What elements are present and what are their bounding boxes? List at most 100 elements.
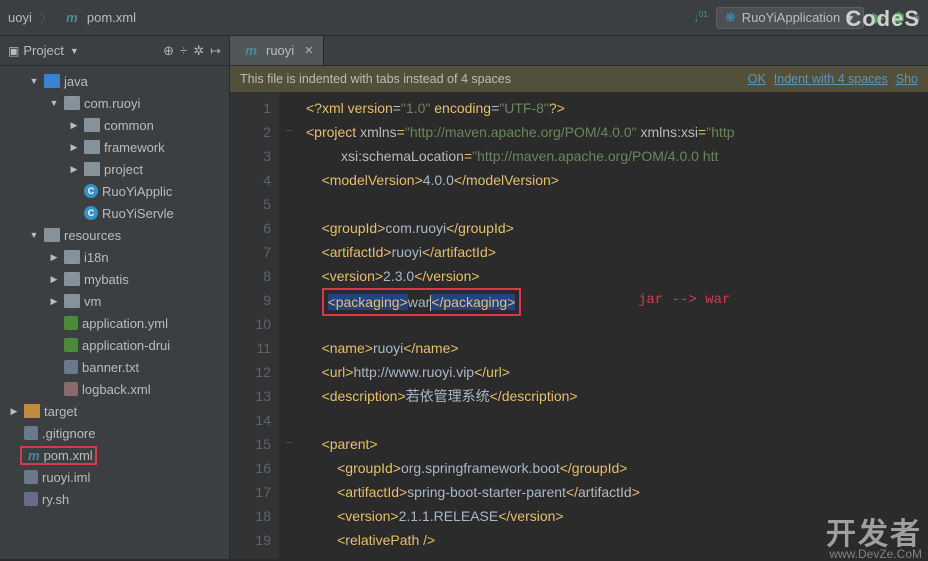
line-number[interactable]: 4 bbox=[230, 168, 271, 192]
code-line[interactable]: <groupId>com.ruoyi</groupId> bbox=[306, 216, 928, 240]
code-line[interactable]: <artifactId>spring-boot-starter-parent</… bbox=[306, 480, 928, 504]
tree-item[interactable]: application.yml bbox=[0, 312, 229, 334]
tree-label: banner.txt bbox=[82, 360, 139, 375]
code-line[interactable]: <description>若依管理系统</description> bbox=[306, 384, 928, 408]
breadcrumb-file[interactable]: pom.xml bbox=[87, 10, 136, 25]
line-number[interactable]: 2 bbox=[230, 120, 271, 144]
expand-right-icon[interactable] bbox=[68, 142, 80, 153]
tree-item[interactable]: CRuoYiApplic bbox=[0, 180, 229, 202]
code-line[interactable]: <parent> bbox=[306, 432, 928, 456]
fold-marker bbox=[280, 504, 298, 528]
line-number[interactable]: 11 bbox=[230, 336, 271, 360]
expand-right-icon[interactable] bbox=[68, 120, 80, 131]
line-number[interactable]: 19 bbox=[230, 528, 271, 552]
banner-ok-link[interactable]: OK bbox=[748, 72, 766, 86]
line-number[interactable]: 3 bbox=[230, 144, 271, 168]
expand-right-icon[interactable] bbox=[48, 274, 60, 285]
tree-item[interactable]: target bbox=[0, 400, 229, 422]
sidebar-title[interactable]: ▣ Project ▼ bbox=[8, 43, 163, 58]
tree-item[interactable]: resources bbox=[0, 224, 229, 246]
close-icon[interactable]: ✕ bbox=[304, 44, 313, 57]
tree-item[interactable]: banner.txt bbox=[0, 356, 229, 378]
fold-column[interactable]: −− bbox=[280, 92, 298, 559]
code-line[interactable]: <?xml version="1.0" encoding="UTF-8"?> bbox=[306, 96, 928, 120]
code-line[interactable]: <modelVersion>4.0.0</modelVersion> bbox=[306, 168, 928, 192]
tree-item[interactable]: mpom.xml bbox=[0, 444, 229, 466]
tree-item[interactable]: CRuoYiServle bbox=[0, 202, 229, 224]
project-tree[interactable]: javacom.ruoyicommonframeworkprojectCRuoY… bbox=[0, 66, 229, 514]
expand-right-icon[interactable] bbox=[48, 252, 60, 263]
collapse-icon[interactable]: ÷ bbox=[180, 43, 187, 59]
highlighted-file: mpom.xml bbox=[20, 446, 97, 465]
code-line[interactable] bbox=[306, 408, 928, 432]
code-content[interactable]: jar --> war <?xml version="1.0" encoding… bbox=[298, 92, 928, 559]
line-number[interactable]: 14 bbox=[230, 408, 271, 432]
line-number[interactable]: 7 bbox=[230, 240, 271, 264]
tree-item[interactable]: framework bbox=[0, 136, 229, 158]
fold-marker bbox=[280, 240, 298, 264]
code-line[interactable] bbox=[306, 192, 928, 216]
line-number[interactable]: 18 bbox=[230, 504, 271, 528]
tree-label: resources bbox=[64, 228, 121, 243]
target-icon[interactable]: ⊕ bbox=[163, 43, 174, 59]
tab-ruoyi[interactable]: m ruoyi ✕ bbox=[230, 36, 324, 65]
breadcrumb-project[interactable]: uoyi bbox=[8, 10, 32, 25]
tree-item[interactable]: mybatis bbox=[0, 268, 229, 290]
code-line[interactable]: <groupId>org.springframework.boot</group… bbox=[306, 456, 928, 480]
expand-right-icon[interactable] bbox=[68, 164, 80, 175]
tree-item[interactable]: com.ruoyi bbox=[0, 92, 229, 114]
line-number[interactable]: 15 bbox=[230, 432, 271, 456]
banner-show-link[interactable]: Sho bbox=[896, 72, 918, 86]
line-number[interactable]: 13 bbox=[230, 384, 271, 408]
banner-indent-link[interactable]: Indent with 4 spaces bbox=[774, 72, 888, 86]
tree-item[interactable]: logback.xml bbox=[0, 378, 229, 400]
run-config-selector[interactable]: ❋ RuoYiApplication ▼ bbox=[716, 7, 864, 29]
download-icon[interactable]: ↓01 bbox=[693, 10, 707, 25]
code-line[interactable]: <version>2.3.0</version> bbox=[306, 264, 928, 288]
code-area[interactable]: 12345678910111213141516171819 −− jar -->… bbox=[230, 92, 928, 559]
line-number[interactable]: 8 bbox=[230, 264, 271, 288]
line-gutter[interactable]: 12345678910111213141516171819 bbox=[230, 92, 280, 559]
hide-icon[interactable]: ↦ bbox=[210, 43, 221, 59]
tree-item[interactable]: ry.sh bbox=[0, 488, 229, 510]
expand-right-icon[interactable] bbox=[8, 406, 20, 417]
folder-icon bbox=[64, 96, 80, 110]
tree-item[interactable]: project bbox=[0, 158, 229, 180]
folder-icon bbox=[24, 404, 40, 418]
folder-icon bbox=[84, 140, 100, 154]
gear-icon[interactable]: ✲ bbox=[193, 43, 204, 59]
expand-down-icon[interactable] bbox=[28, 76, 40, 86]
tree-item[interactable]: i18n bbox=[0, 246, 229, 268]
line-number[interactable]: 6 bbox=[230, 216, 271, 240]
expand-right-icon[interactable] bbox=[48, 296, 60, 307]
expand-down-icon[interactable] bbox=[48, 98, 60, 108]
tree-label: framework bbox=[104, 140, 165, 155]
line-number[interactable]: 17 bbox=[230, 480, 271, 504]
code-line[interactable]: xsi:schemaLocation="http://maven.apache.… bbox=[306, 144, 928, 168]
txt-icon bbox=[24, 426, 38, 440]
tree-item[interactable]: application-drui bbox=[0, 334, 229, 356]
line-number[interactable]: 16 bbox=[230, 456, 271, 480]
tree-item[interactable]: common bbox=[0, 114, 229, 136]
line-number[interactable]: 9 bbox=[230, 288, 271, 312]
breadcrumb-sep: 〉 bbox=[40, 8, 53, 27]
code-line[interactable]: <artifactId>ruoyi</artifactId> bbox=[306, 240, 928, 264]
line-number[interactable]: 12 bbox=[230, 360, 271, 384]
tree-item[interactable]: .gitignore bbox=[0, 422, 229, 444]
folder-icon bbox=[84, 162, 100, 176]
line-number[interactable]: 1 bbox=[230, 96, 271, 120]
expand-down-icon[interactable] bbox=[28, 230, 40, 240]
fold-marker[interactable]: − bbox=[280, 432, 298, 456]
tree-item[interactable]: vm bbox=[0, 290, 229, 312]
fold-marker[interactable]: − bbox=[280, 120, 298, 144]
code-line[interactable]: <name>ruoyi</name> bbox=[306, 336, 928, 360]
code-line[interactable]: <url>http://www.ruoyi.vip</url> bbox=[306, 360, 928, 384]
code-line[interactable]: <project xmlns="http://maven.apache.org/… bbox=[306, 120, 928, 144]
fold-marker bbox=[280, 336, 298, 360]
line-number[interactable]: 5 bbox=[230, 192, 271, 216]
code-line[interactable]: <packaging>war</packaging> bbox=[306, 288, 928, 312]
tree-item[interactable]: java bbox=[0, 70, 229, 92]
run-config-name: RuoYiApplication bbox=[742, 10, 841, 25]
line-number[interactable]: 10 bbox=[230, 312, 271, 336]
tree-item[interactable]: ruoyi.iml bbox=[0, 466, 229, 488]
